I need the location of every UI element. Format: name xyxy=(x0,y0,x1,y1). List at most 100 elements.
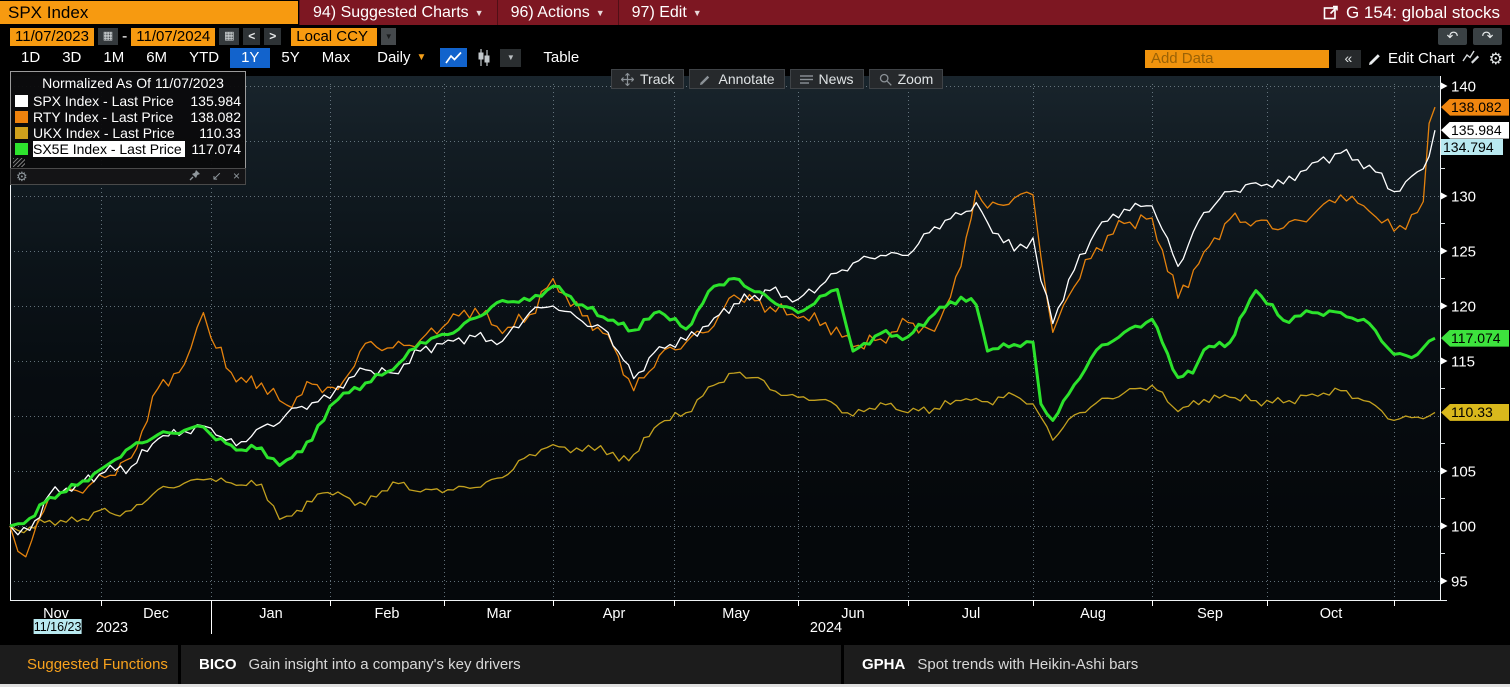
legend-item-sx5e[interactable]: SX5E Index - Last Price117.074 xyxy=(11,141,245,157)
news-button[interactable]: News xyxy=(790,69,864,89)
function-description: Gain insight into a company's key driver… xyxy=(249,656,521,673)
legend-item-ukx[interactable]: UKX Index - Last Price110.33 xyxy=(11,125,245,141)
chevron-down-icon: ▼ xyxy=(693,8,702,18)
frequency-dropdown[interactable]: Daily ▼ xyxy=(361,49,436,66)
security-input[interactable]: SPX Index xyxy=(0,1,298,24)
legend-swatch-icon xyxy=(15,111,28,123)
calendar-icon[interactable]: ▦ xyxy=(219,28,239,45)
y-tick xyxy=(1441,468,1448,475)
calendar-icon[interactable]: ▦ xyxy=(98,28,118,45)
chevron-down-icon: ▼ xyxy=(416,52,426,63)
y-axis-label: 95 xyxy=(1451,574,1468,591)
range-tabs: 1D3D1M6MYTD1Y5YMax xyxy=(10,48,361,68)
title-bar: SPX Index 94) Suggested Charts ▼ 96) Act… xyxy=(0,0,1510,25)
y-tick xyxy=(1441,578,1448,585)
y-tick xyxy=(1441,83,1448,90)
legend-label: SPX Index - Last Price xyxy=(33,93,174,109)
suggested-function-gpha[interactable]: GPHA Spot trends with Heikin-Ashi bars xyxy=(844,645,1510,684)
news-lines-label: News xyxy=(819,71,854,87)
redo-button[interactable]: ↷ xyxy=(1473,28,1502,45)
function-code: GPHA xyxy=(862,656,905,673)
menu-actions[interactable]: 96) Actions ▼ xyxy=(497,0,618,25)
x-axis-month-label: Jun xyxy=(841,606,864,622)
export-icon[interactable] xyxy=(1323,4,1340,21)
chart-legend[interactable]: Normalized As Of 11/07/2023 SPX Index - … xyxy=(10,71,246,169)
gear-icon[interactable]: ⚙ xyxy=(16,169,28,185)
range-tab-max[interactable]: Max xyxy=(311,48,361,68)
cursor-date-label: 11/16/23 xyxy=(34,620,82,634)
line-chart-icon[interactable] xyxy=(440,48,467,67)
add-data-input[interactable]: Add Data xyxy=(1145,50,1329,68)
cursor-value-badge: 134.794 xyxy=(1441,139,1503,155)
range-tab-5y[interactable]: 5Y xyxy=(270,48,310,68)
ukx-last-badge: 110.33 xyxy=(1441,404,1509,421)
prev-period-button[interactable]: < xyxy=(243,28,260,45)
edit-chart-label: Edit Chart xyxy=(1388,50,1455,67)
menu-suggested-charts[interactable]: 94) Suggested Charts ▼ xyxy=(299,0,497,25)
zoom-button[interactable]: Zoom xyxy=(869,69,944,89)
currency-select[interactable]: Local CCY xyxy=(291,28,377,46)
pencil-icon xyxy=(1368,52,1382,66)
x-axis-month-label: Dec xyxy=(143,606,169,622)
legend-item-spx[interactable]: SPX Index - Last Price135.984 xyxy=(11,93,245,109)
range-tab-1d[interactable]: 1D xyxy=(10,48,51,68)
y-axis-label: 100 xyxy=(1451,519,1476,536)
candlestick-chart-icon[interactable] xyxy=(471,48,496,67)
y-axis-label: 140 xyxy=(1451,79,1476,96)
date-to-input[interactable]: 11/07/2024 xyxy=(131,28,215,46)
legend-swatch-icon xyxy=(15,143,28,155)
next-period-button[interactable]: > xyxy=(264,28,281,45)
bloomberg-chart-window: SPX Index 94) Suggested Charts ▼ 96) Act… xyxy=(0,0,1510,687)
range-tab-3d[interactable]: 3D xyxy=(51,48,92,68)
suggested-function-bico[interactable]: BICO Gain insight into a company's key d… xyxy=(181,645,841,684)
range-tab-1y[interactable]: 1Y xyxy=(230,48,270,68)
track-button[interactable]: Track xyxy=(611,69,684,89)
function-code: BICO xyxy=(199,656,237,673)
annotate-pencil-label: Annotate xyxy=(718,71,774,87)
range-tab-ytd[interactable]: YTD xyxy=(178,48,230,68)
collapse-panel-button[interactable]: « xyxy=(1336,50,1361,68)
legend-label: UKX Index - Last Price xyxy=(33,125,175,141)
y-axis-label: 125 xyxy=(1451,244,1476,261)
table-button[interactable]: Table xyxy=(543,49,579,66)
series-spx-line[interactable] xyxy=(10,130,1435,535)
minimize-icon[interactable]: ↙ xyxy=(212,169,222,184)
chart-settings-icon[interactable] xyxy=(1462,48,1482,69)
frequency-label: Daily xyxy=(377,49,410,66)
track-crosshair-label: Track xyxy=(640,71,674,87)
spx-last-badge: 135.984 xyxy=(1441,122,1509,139)
x-axis-month-label: Aug xyxy=(1080,606,1106,622)
date-separator: - xyxy=(122,28,127,46)
undo-button[interactable]: ↶ xyxy=(1438,28,1467,45)
legend-item-rty[interactable]: RTY Index - Last Price138.082 xyxy=(11,109,245,125)
date-from-input[interactable]: 11/07/2023 xyxy=(10,28,94,46)
chart-title: G 154: global stocks xyxy=(1340,3,1510,23)
legend-label: RTY Index - Last Price xyxy=(33,109,173,125)
chevron-down-icon[interactable]: ▼ xyxy=(381,28,396,45)
series-sx5e-line[interactable] xyxy=(10,279,1435,527)
gear-icon[interactable]: ⚙ xyxy=(1489,49,1503,69)
y-tick xyxy=(1441,248,1448,255)
annotate-button[interactable]: Annotate xyxy=(689,69,784,89)
date-toolbar: 11/07/2023 ▦ - 11/07/2024 ▦ < > Local CC… xyxy=(0,25,1510,48)
legend-label: SX5E Index - Last Price xyxy=(33,141,185,157)
chart-style-dropdown[interactable]: ▼ xyxy=(500,49,521,67)
suggested-functions-bar: Suggested Functions BICO Gain insight in… xyxy=(0,645,1510,684)
x-axis-year-label: 2024 xyxy=(810,620,842,636)
range-tab-6m[interactable]: 6M xyxy=(135,48,178,68)
y-axis-label: 120 xyxy=(1451,299,1476,316)
series-ukx-line[interactable] xyxy=(10,372,1435,532)
menu-label: 97) Edit xyxy=(632,4,687,22)
y-tick xyxy=(1441,358,1448,365)
pin-icon[interactable] xyxy=(189,169,201,185)
close-icon[interactable]: × xyxy=(233,169,240,184)
suggested-functions-label: Suggested Functions xyxy=(0,645,178,684)
chart-area: 14013012512011510510095NovDecJanFebMarAp… xyxy=(0,68,1510,645)
edit-chart-button[interactable]: Edit Chart xyxy=(1368,50,1455,67)
range-tab-1m[interactable]: 1M xyxy=(92,48,135,68)
menu-edit[interactable]: 97) Edit ▼ xyxy=(618,0,715,25)
x-axis-month-label: May xyxy=(722,606,750,622)
legend-swatch-icon xyxy=(15,127,28,139)
x-axis-month-label: Sep xyxy=(1197,606,1223,622)
resize-grip[interactable] xyxy=(13,158,25,167)
